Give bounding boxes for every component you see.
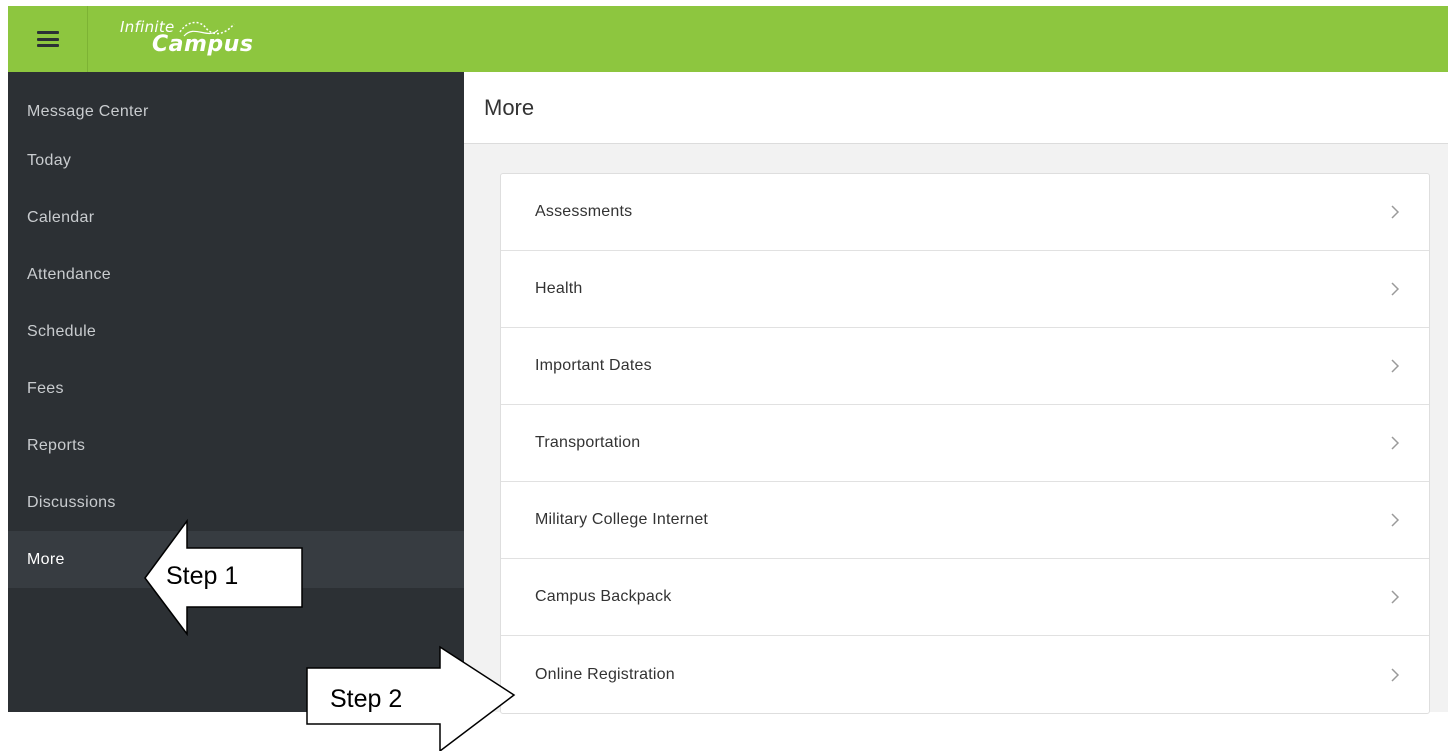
- infinite-campus-logo[interactable]: Infinite Campus: [118, 18, 278, 62]
- list-item-label: Campus Backpack: [535, 588, 672, 605]
- list-item-label: Military College Internet: [535, 511, 709, 528]
- sidebar-item-label: Schedule: [27, 322, 97, 340]
- page-header: More: [464, 72, 1448, 144]
- list-item-transportation[interactable]: Transportation: [501, 405, 1429, 482]
- sidebar-item-today[interactable]: Today: [8, 152, 464, 189]
- sidebar-item-label: Today: [27, 152, 72, 169]
- list-item-important-dates[interactable]: Important Dates: [501, 328, 1429, 405]
- list-item-campus-backpack[interactable]: Campus Backpack: [501, 559, 1429, 636]
- chevron-right-icon: [1387, 204, 1403, 220]
- step1-label: Step 1: [166, 562, 239, 590]
- sidebar-item-calendar[interactable]: Calendar: [8, 189, 464, 246]
- sidebar-item-label: Calendar: [27, 208, 95, 226]
- sidebar-item-discussions[interactable]: Discussions: [8, 474, 464, 531]
- list-item-military-college-internet[interactable]: Military College Internet: [501, 482, 1429, 559]
- sidebar-item-label: Fees: [27, 379, 64, 397]
- page-title: More: [484, 94, 535, 120]
- main-content: More Assessments Health Important Dates …: [464, 72, 1448, 714]
- sidebar-item-message-center[interactable]: Message Center: [8, 72, 464, 152]
- sidebar-item-schedule[interactable]: Schedule: [8, 303, 464, 360]
- list-item-label: Transportation: [535, 434, 641, 451]
- list-item-assessments[interactable]: Assessments: [501, 174, 1429, 251]
- sidebar-nav: Message Center Today Calendar Attendance…: [8, 72, 464, 712]
- sidebar-item-reports[interactable]: Reports: [8, 417, 464, 474]
- list-item-label: Important Dates: [535, 357, 652, 374]
- top-bar: Infinite Campus: [8, 6, 1448, 72]
- chevron-right-icon: [1387, 667, 1403, 683]
- sidebar-item-label: Discussions: [27, 493, 116, 511]
- step2-label: Step 2: [330, 685, 403, 713]
- list-item-health[interactable]: Health: [501, 251, 1429, 328]
- chevron-right-icon: [1387, 589, 1403, 605]
- chevron-right-icon: [1387, 435, 1403, 451]
- list-item-label: Assessments: [535, 203, 633, 220]
- hamburger-menu-button[interactable]: [8, 6, 88, 72]
- list-item-online-registration[interactable]: Online Registration: [501, 636, 1429, 713]
- chevron-right-icon: [1387, 358, 1403, 374]
- logo-text-bottom: Campus: [152, 32, 254, 57]
- more-options-list: Assessments Health Important Dates Trans…: [500, 173, 1430, 714]
- list-item-label: Online Registration: [535, 665, 675, 683]
- sidebar-item-attendance[interactable]: Attendance: [8, 246, 464, 303]
- sidebar-item-label: Message Center: [27, 103, 149, 120]
- sidebar-item-label: More: [27, 550, 65, 568]
- sidebar-item-fees[interactable]: Fees: [8, 360, 464, 417]
- list-item-label: Health: [535, 280, 583, 297]
- chevron-right-icon: [1387, 512, 1403, 528]
- chevron-right-icon: [1387, 281, 1403, 297]
- hamburger-menu-icon: [36, 31, 59, 47]
- sidebar-item-label: Reports: [27, 436, 86, 454]
- sidebar-item-label: Attendance: [27, 265, 111, 283]
